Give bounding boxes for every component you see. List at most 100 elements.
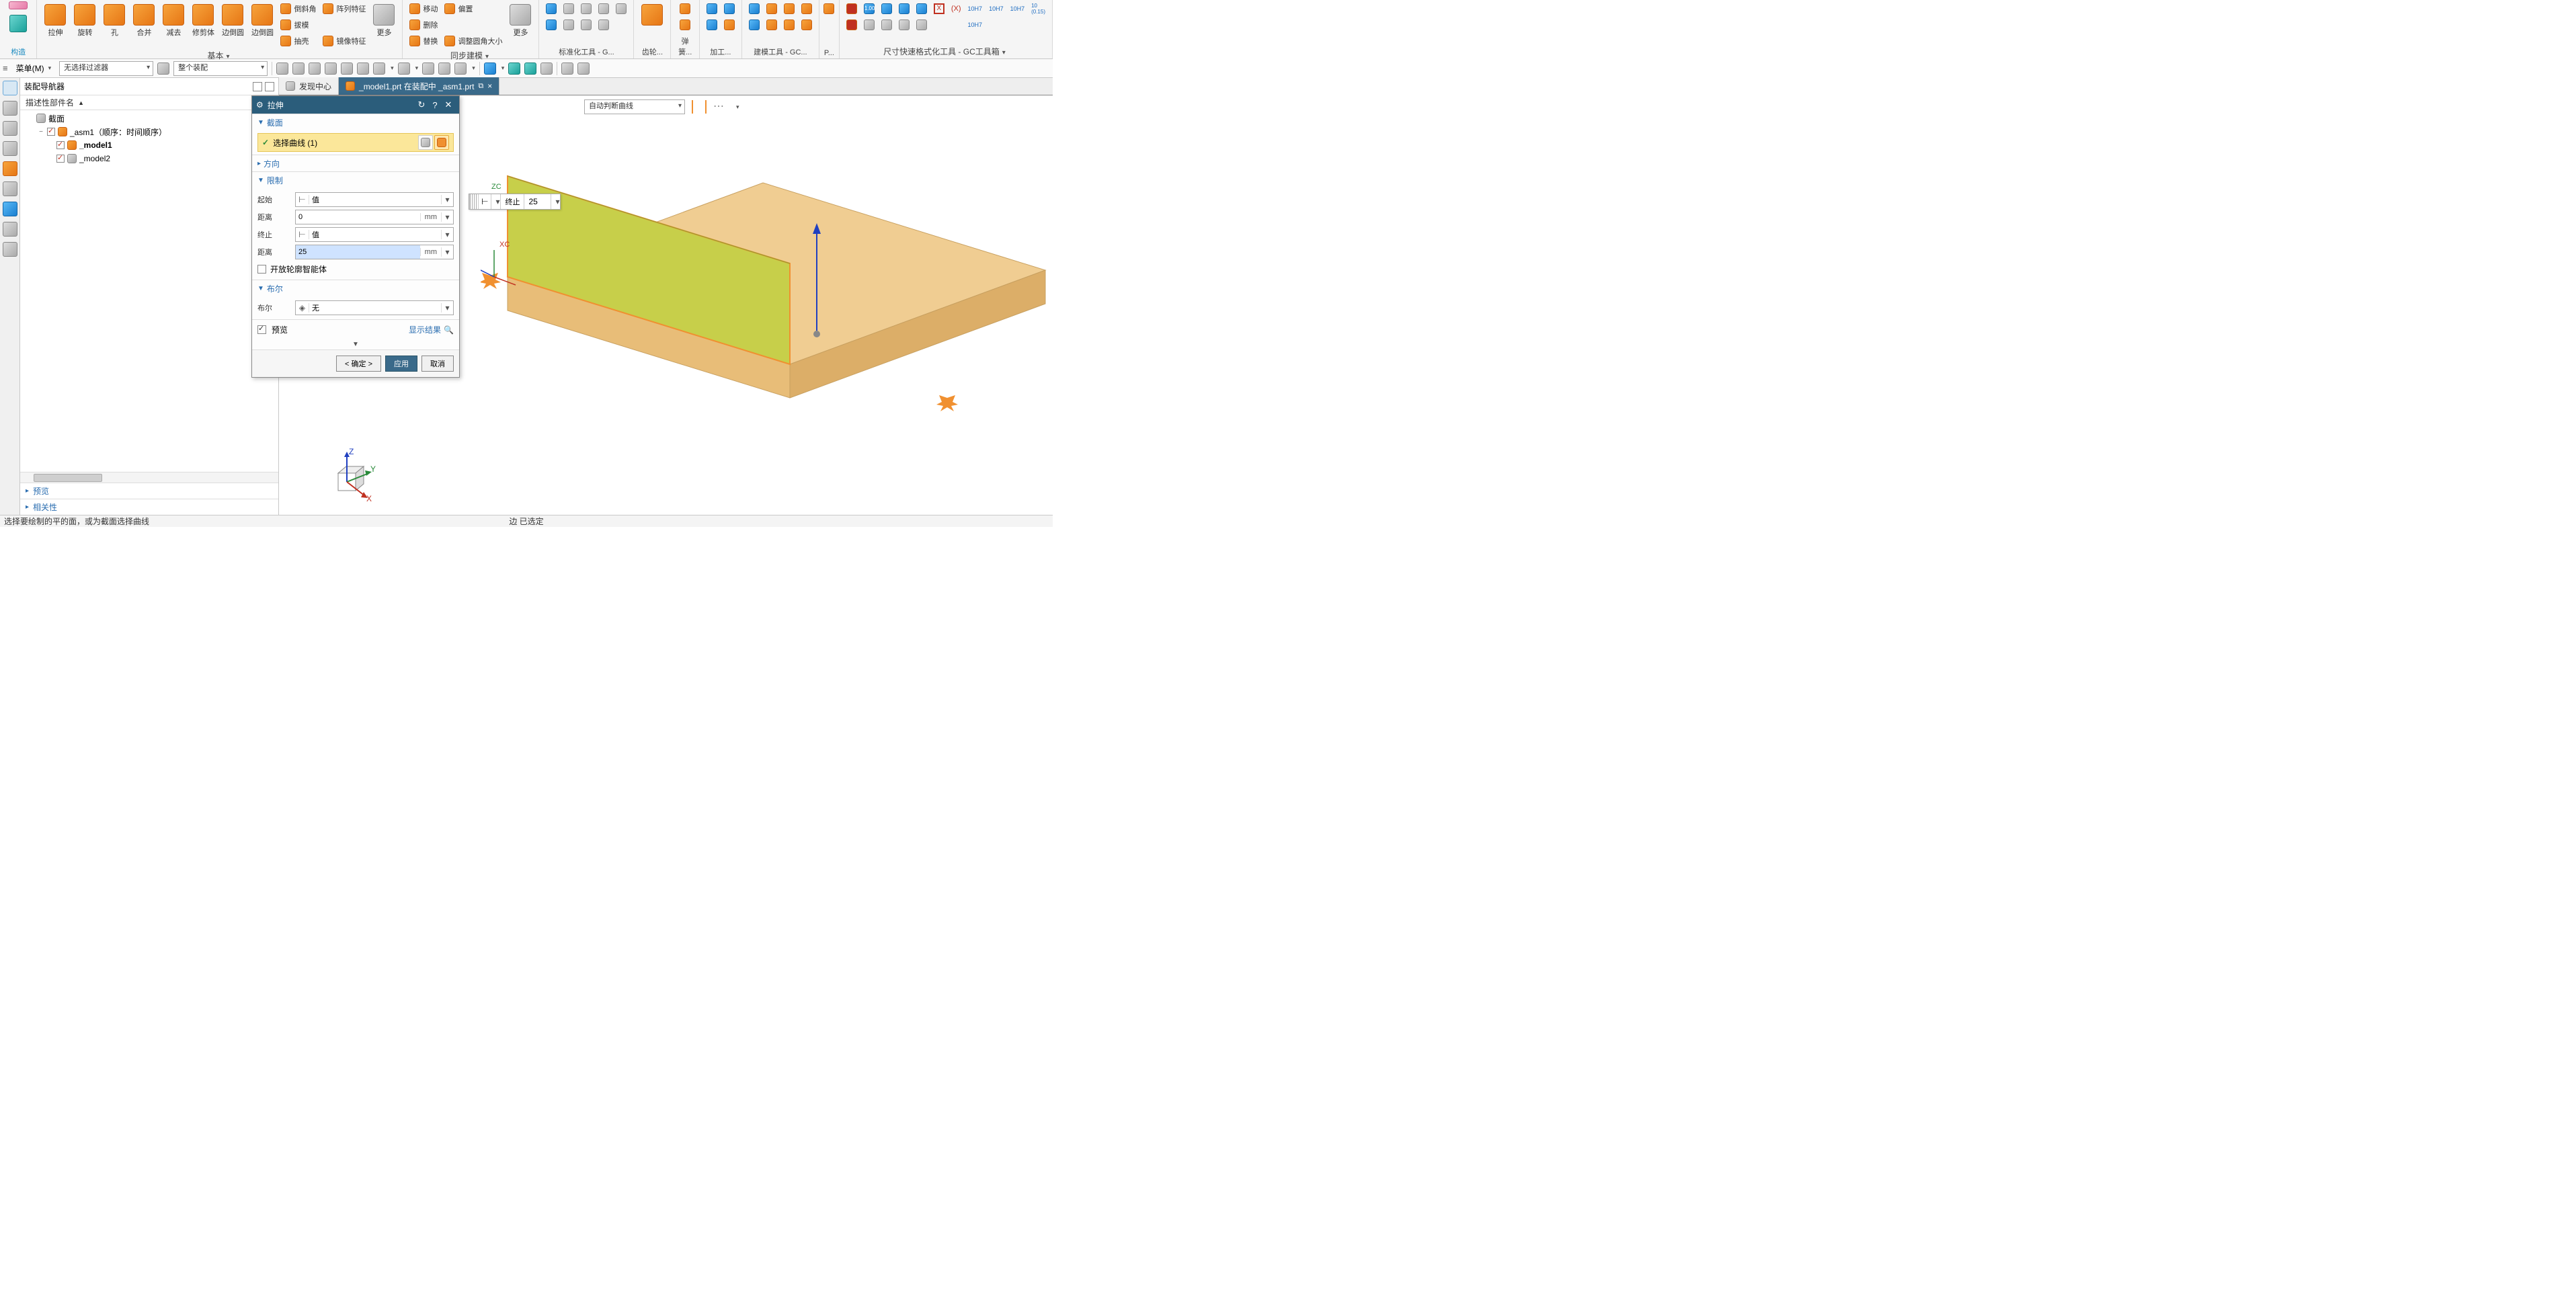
std-ic7[interactable] — [596, 1, 612, 16]
section-boolean-header[interactable]: ▼布尔 — [252, 280, 459, 296]
menu-button[interactable]: 菜单(M)▾ — [12, 61, 56, 75]
p-ic[interactable] — [821, 1, 837, 16]
nav-related-section[interactable]: 相关性 — [20, 499, 278, 515]
trim-button[interactable]: 修剪体 — [189, 1, 217, 39]
tree-model2[interactable]: _model2 — [20, 152, 278, 165]
mach-ic2[interactable] — [704, 17, 720, 32]
mach-ic4[interactable] — [721, 17, 737, 32]
mod-ic2[interactable] — [746, 17, 762, 32]
std-ic1[interactable] — [543, 1, 559, 16]
edge-blend-button[interactable]: 边倒圆 — [218, 1, 247, 39]
apply-button[interactable]: 应用 — [385, 356, 417, 372]
dim-ic8[interactable] — [896, 17, 912, 32]
filter-icon[interactable] — [157, 63, 169, 75]
preview-checkbox[interactable]: ✓ — [257, 325, 266, 334]
start-type-select[interactable]: ⊢值▾ — [295, 192, 454, 207]
nav-column-header[interactable]: 描述性部件名 ▲ — [20, 95, 278, 110]
spring-ic2[interactable] — [677, 17, 693, 32]
mod-ic7[interactable] — [799, 1, 815, 16]
std-ic2[interactable] — [543, 17, 559, 32]
dim-ic5[interactable] — [879, 1, 895, 16]
tab-discover[interactable]: 发现中心 — [279, 77, 339, 95]
tb-ic5[interactable] — [341, 63, 353, 75]
dim-ic6[interactable] — [879, 17, 895, 32]
filter1-select[interactable]: 无选择过滤器 — [59, 61, 153, 76]
dim-ic13[interactable]: 10H7 — [965, 1, 985, 16]
select-curve-row[interactable]: ✓ 选择曲线 (1) — [257, 133, 454, 152]
tb-ic12[interactable] — [484, 63, 496, 75]
tb-ic9[interactable] — [422, 63, 434, 75]
dim-ic12[interactable]: (X) — [949, 1, 964, 16]
more-basic-button[interactable]: 更多 — [370, 1, 398, 39]
mod-ic6[interactable] — [781, 17, 797, 32]
std-ic9[interactable] — [613, 1, 629, 16]
subtract-button[interactable]: 减去 — [159, 1, 188, 39]
tb-ic10[interactable] — [438, 63, 450, 75]
std-ic8[interactable] — [596, 17, 612, 32]
tb-ic14[interactable] — [524, 63, 536, 75]
std-ic4[interactable] — [561, 17, 577, 32]
mod-ic5[interactable] — [781, 1, 797, 16]
shell-button[interactable]: 抽壳 — [278, 34, 319, 48]
more-sync-button[interactable]: 更多 — [506, 1, 534, 39]
pattern-button[interactable]: 阵列特征 — [320, 1, 368, 16]
cancel-button[interactable]: 取消 — [421, 356, 454, 372]
nav-pin-icon[interactable] — [253, 82, 262, 91]
tree-model1[interactable]: _model1 — [20, 138, 278, 152]
replace-button[interactable]: 替换 — [407, 34, 440, 48]
move-button[interactable]: 移动 — [407, 1, 440, 16]
section-direction-header[interactable]: ▸方向 — [252, 155, 459, 171]
mach-ic3[interactable] — [721, 1, 737, 16]
tb-ic15[interactable] — [540, 63, 553, 75]
rail-web-icon[interactable] — [3, 202, 17, 216]
tb-ic1[interactable] — [276, 63, 288, 75]
dim-ic17[interactable]: 10(0.15) — [1029, 1, 1048, 16]
tb-ic17[interactable] — [577, 63, 590, 75]
dim-ic3[interactable]: 1.00 — [861, 1, 877, 16]
vp-tool1-icon[interactable] — [692, 100, 707, 114]
draft-button[interactable]: 拔模 — [278, 17, 319, 32]
tb-ic2[interactable] — [292, 63, 305, 75]
section-section-header[interactable]: ▼截面 — [252, 114, 459, 130]
dim-ic9[interactable] — [914, 1, 930, 16]
construct-icon[interactable] — [9, 15, 27, 32]
dim-ic7[interactable] — [896, 1, 912, 16]
inline-value[interactable]: 25 — [524, 194, 551, 209]
rail-assembly-icon[interactable] — [3, 121, 17, 136]
start-distance-input[interactable]: mm▾ — [295, 210, 454, 224]
revolve-button[interactable]: 旋转 — [71, 1, 99, 39]
dim-ic16[interactable]: 10H7 — [1008, 1, 1028, 16]
dim-ic1[interactable] — [844, 1, 860, 16]
boolean-select[interactable]: ◈无▾ — [295, 300, 454, 315]
edge-blend2-button[interactable]: 边倒圆 — [248, 1, 276, 39]
dim-ic11[interactable]: X — [931, 1, 947, 16]
tb-ic3[interactable] — [309, 63, 321, 75]
rail-constraint-icon[interactable] — [3, 141, 17, 156]
rail-layers-icon[interactable] — [3, 181, 17, 196]
drag-handle-icon[interactable] — [469, 194, 478, 209]
mod-ic3[interactable] — [764, 1, 780, 16]
nav-max-icon[interactable] — [265, 82, 274, 91]
sketch-icon[interactable] — [9, 1, 28, 9]
rail-settings-icon[interactable] — [3, 81, 17, 95]
mod-ic8[interactable] — [799, 17, 815, 32]
offset-button[interactable]: 偏置 — [442, 1, 505, 16]
vp-tool2-icon[interactable]: ⋯ — [713, 99, 728, 114]
tb-ic4[interactable] — [325, 63, 337, 75]
std-ic6[interactable] — [578, 17, 594, 32]
dim-ic2[interactable] — [844, 17, 860, 32]
std-ic3[interactable] — [561, 1, 577, 16]
checkbox[interactable] — [47, 128, 55, 136]
tb-ic11[interactable] — [454, 63, 467, 75]
mach-ic1[interactable] — [704, 1, 720, 16]
tab-document[interactable]: _model1.prt 在装配中 _asm1.prt ⧉ × — [339, 77, 499, 95]
mod-ic4[interactable] — [764, 17, 780, 32]
dialog-expand-icon[interactable]: ▼ — [252, 339, 459, 349]
tb-ic7[interactable] — [373, 63, 385, 75]
unite-button[interactable]: 合并 — [130, 1, 158, 39]
dim-ic10[interactable] — [914, 17, 930, 32]
mirror-button[interactable]: 镜像特征 — [320, 34, 368, 48]
open-profile-check[interactable]: 开放轮廓智能体 — [257, 261, 454, 277]
show-result-link[interactable]: 显示结果🔍 — [409, 324, 454, 335]
filter2-select[interactable]: 整个装配 — [173, 61, 268, 76]
